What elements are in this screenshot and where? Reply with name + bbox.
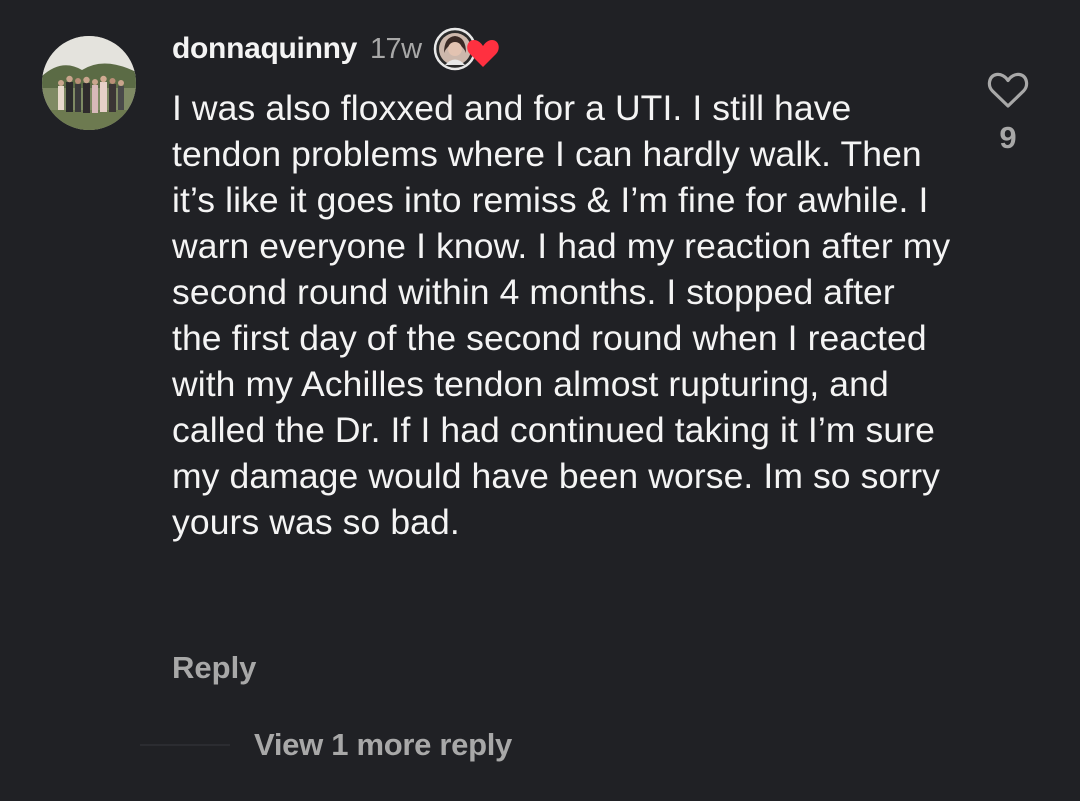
reply-button[interactable]: Reply — [172, 650, 256, 686]
comment-timestamp: 17w — [370, 32, 422, 65]
replies-divider-line — [140, 744, 230, 746]
view-more-replies-button[interactable]: View 1 more reply — [140, 722, 512, 768]
avatar[interactable] — [42, 36, 136, 130]
heart-outline-icon — [987, 72, 1029, 108]
view-more-replies-label: View 1 more reply — [254, 727, 512, 762]
like-button[interactable] — [984, 68, 1032, 112]
username-link[interactable]: donnaquinny — [172, 32, 357, 66]
like-block: 9 — [982, 68, 1034, 156]
comment-text: I was also floxxed and for a UTI. I stil… — [172, 88, 951, 542]
creator-liked-heart-icon — [433, 27, 505, 71]
comment-header: donnaquinny 17w — [172, 24, 505, 74]
comment-item: donnaquinny 17w I was also floxxed and f… — [0, 0, 1080, 801]
avatar-photo — [42, 36, 136, 130]
like-count: 9 — [999, 120, 1017, 155]
